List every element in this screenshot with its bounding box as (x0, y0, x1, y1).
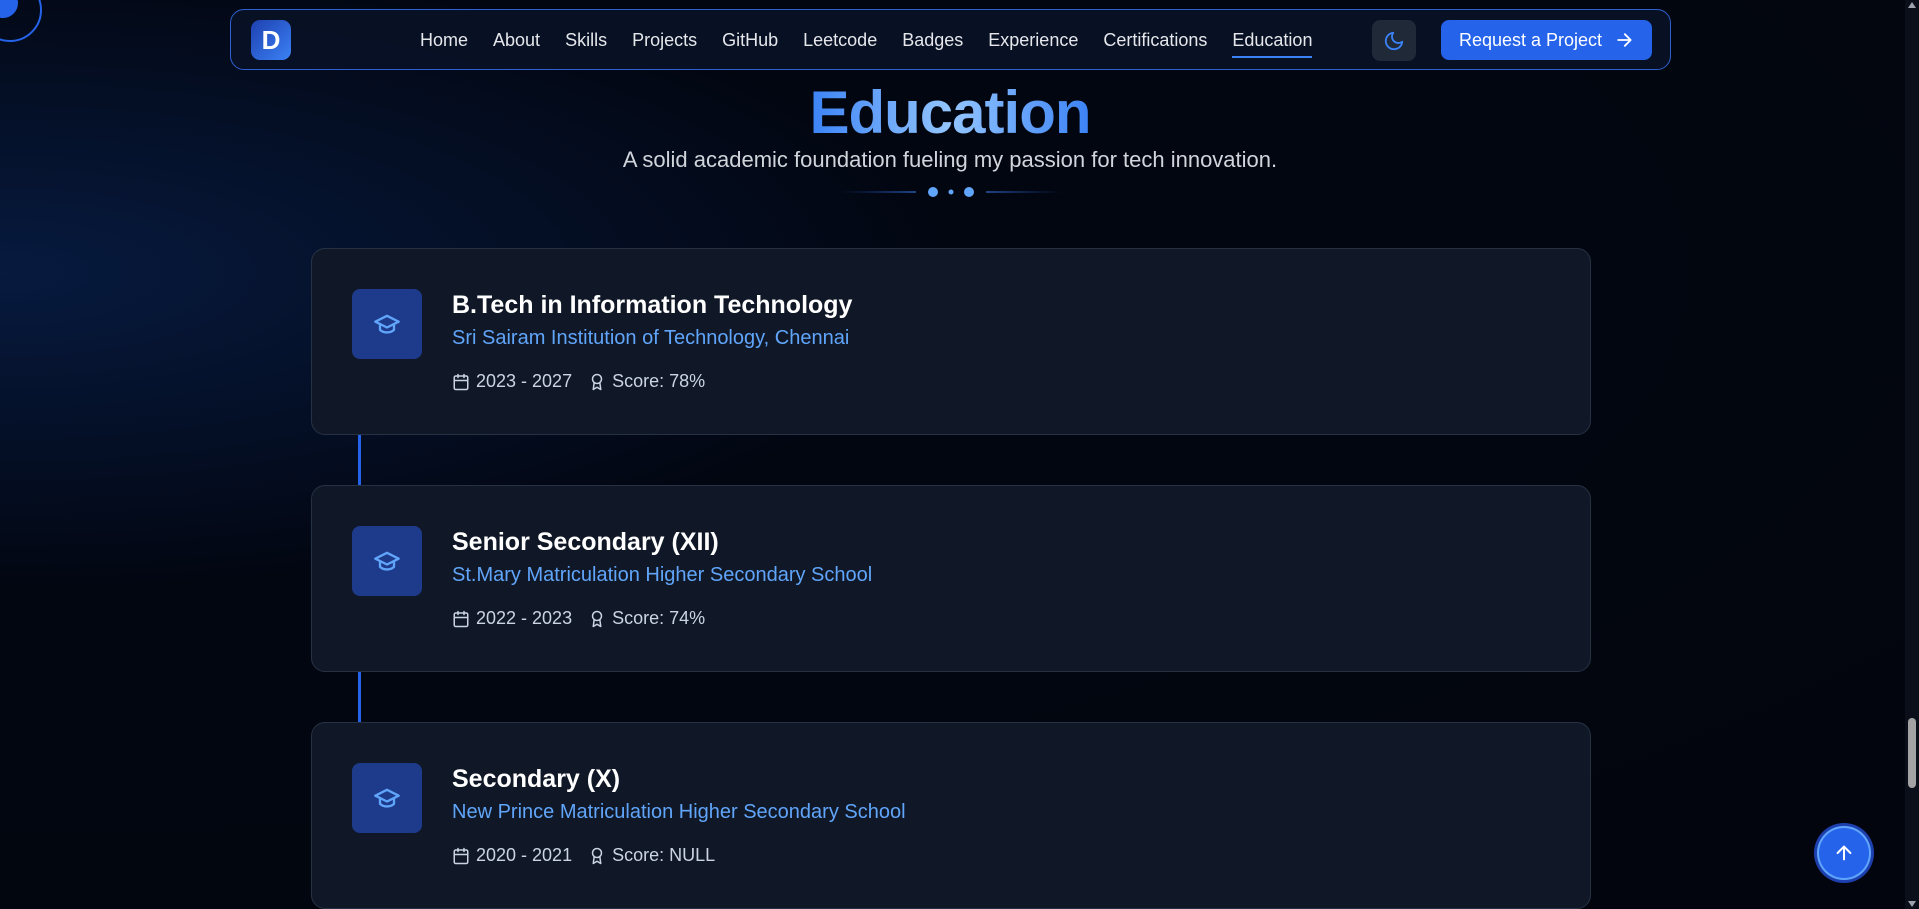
education-years: 2023 - 2027 (452, 371, 572, 392)
nav-link-home[interactable]: Home (420, 29, 468, 51)
nav-link-about[interactable]: About (493, 29, 540, 51)
scroll-to-top-button[interactable] (1817, 826, 1871, 880)
graduation-cap-icon (352, 526, 422, 596)
education-score: Score: 74% (588, 608, 705, 629)
education-institution: New Prince Matriculation Higher Secondar… (452, 801, 906, 823)
education-institution: St.Mary Matriculation Higher Secondary S… (452, 564, 873, 586)
navbar: D Home About Skills Projects GitHub Leet… (230, 9, 1671, 70)
education-degree: Secondary (X) (452, 765, 621, 793)
calendar-icon (453, 373, 469, 390)
education-years: 2020 - 2021 (452, 845, 572, 866)
education-card: Senior Secondary (XII) St.Mary Matricula… (311, 485, 1591, 672)
education-score: Score: NULL (588, 845, 715, 866)
nav-links: Home About Skills Projects GitHub Leetco… (420, 10, 1313, 69)
education-meta: 2020 - 2021 Score: NULL (452, 845, 731, 866)
nav-link-experience[interactable]: Experience (988, 29, 1078, 51)
education-score: Score: 78% (588, 371, 705, 392)
moon-icon (1384, 31, 1404, 50)
request-project-label: Request a Project (1458, 29, 1603, 50)
timeline-connector (358, 434, 361, 486)
logo-letter: D (261, 24, 281, 55)
education-years-text: 2022 - 2023 (476, 608, 573, 628)
scroll-down-arrow[interactable] (1908, 901, 1916, 907)
nav-link-leetcode[interactable]: Leetcode (803, 29, 877, 51)
theme-toggle-button[interactable] (1372, 20, 1416, 61)
site-logo[interactable]: D (251, 20, 291, 60)
award-icon (591, 610, 603, 627)
nav-link-certifications[interactable]: Certifications (1103, 29, 1207, 51)
education-score-text: Score: NULL (612, 845, 716, 865)
education-card: B.Tech in Information Technology Sri Sai… (311, 248, 1591, 435)
nav-link-skills[interactable]: Skills (565, 29, 607, 51)
arrow-up-icon (1836, 845, 1852, 861)
arrow-right-icon (1617, 33, 1632, 47)
graduation-cap-icon (352, 289, 422, 359)
nav-link-education[interactable]: Education (1232, 29, 1313, 58)
nav-link-github[interactable]: GitHub (722, 29, 778, 51)
nav-link-projects[interactable]: Projects (632, 29, 697, 51)
section-divider (840, 187, 1062, 197)
award-icon (591, 373, 603, 390)
education-score-text: Score: 74% (612, 608, 706, 628)
education-meta: 2023 - 2027 Score: 78% (452, 371, 721, 392)
education-degree: Senior Secondary (XII) (452, 528, 719, 556)
request-project-button[interactable]: Request a Project (1441, 20, 1652, 60)
graduation-cap-icon (352, 763, 422, 833)
education-years: 2022 - 2023 (452, 608, 572, 629)
education-card: Secondary (X) New Prince Matriculation H… (311, 722, 1591, 909)
education-years-text: 2023 - 2027 (476, 371, 573, 391)
education-degree: B.Tech in Information Technology (452, 291, 853, 319)
section-title: Education (0, 78, 1900, 148)
scroll-up-arrow[interactable] (1908, 2, 1916, 8)
calendar-icon (453, 847, 469, 864)
education-years-text: 2020 - 2021 (476, 845, 573, 865)
education-institution: Sri Sairam Institution of Technology, Ch… (452, 327, 850, 349)
scrollbar[interactable] (1905, 0, 1919, 909)
scrollbar-thumb[interactable] (1908, 718, 1916, 788)
education-meta: 2022 - 2023 Score: 74% (452, 608, 721, 629)
timeline-connector (358, 671, 361, 723)
section-title-text: Education (809, 79, 1091, 146)
section-subtitle: A solid academic foundation fueling my p… (622, 147, 1278, 172)
award-icon (591, 847, 603, 864)
education-score-text: Score: 78% (612, 371, 706, 391)
nav-link-badges[interactable]: Badges (902, 29, 963, 51)
calendar-icon (453, 610, 469, 627)
